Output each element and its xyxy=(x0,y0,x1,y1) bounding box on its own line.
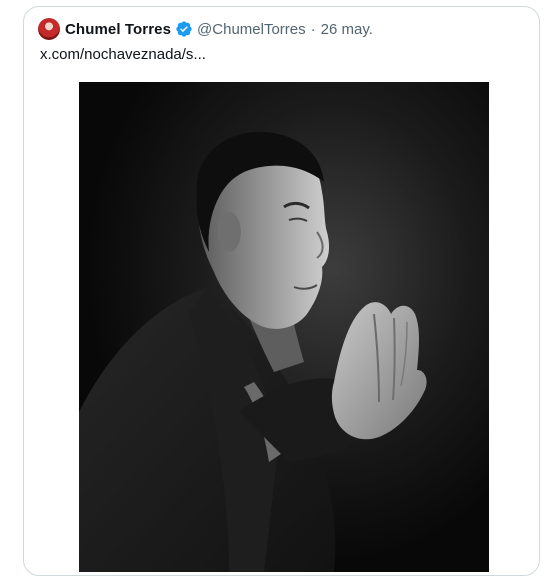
quoted-tweet-card[interactable]: Chumel Torres @ChumelTorres · 26 may. x.… xyxy=(23,6,540,576)
tweet-link-text[interactable]: x.com/nochaveznada/s... xyxy=(40,46,206,63)
author-name[interactable]: Chumel Torres xyxy=(65,21,171,38)
tweet-date[interactable]: 26 may. xyxy=(321,21,373,38)
separator-dot: · xyxy=(310,20,316,38)
avatar[interactable] xyxy=(38,18,60,40)
tweet-header: Chumel Torres @ChumelTorres · 26 may. xyxy=(38,17,373,41)
author-handle[interactable]: @ChumelTorres xyxy=(197,21,306,38)
portrait-illustration xyxy=(79,82,489,572)
tweet-media-photo[interactable] xyxy=(79,82,489,572)
verified-badge-icon xyxy=(176,21,192,37)
